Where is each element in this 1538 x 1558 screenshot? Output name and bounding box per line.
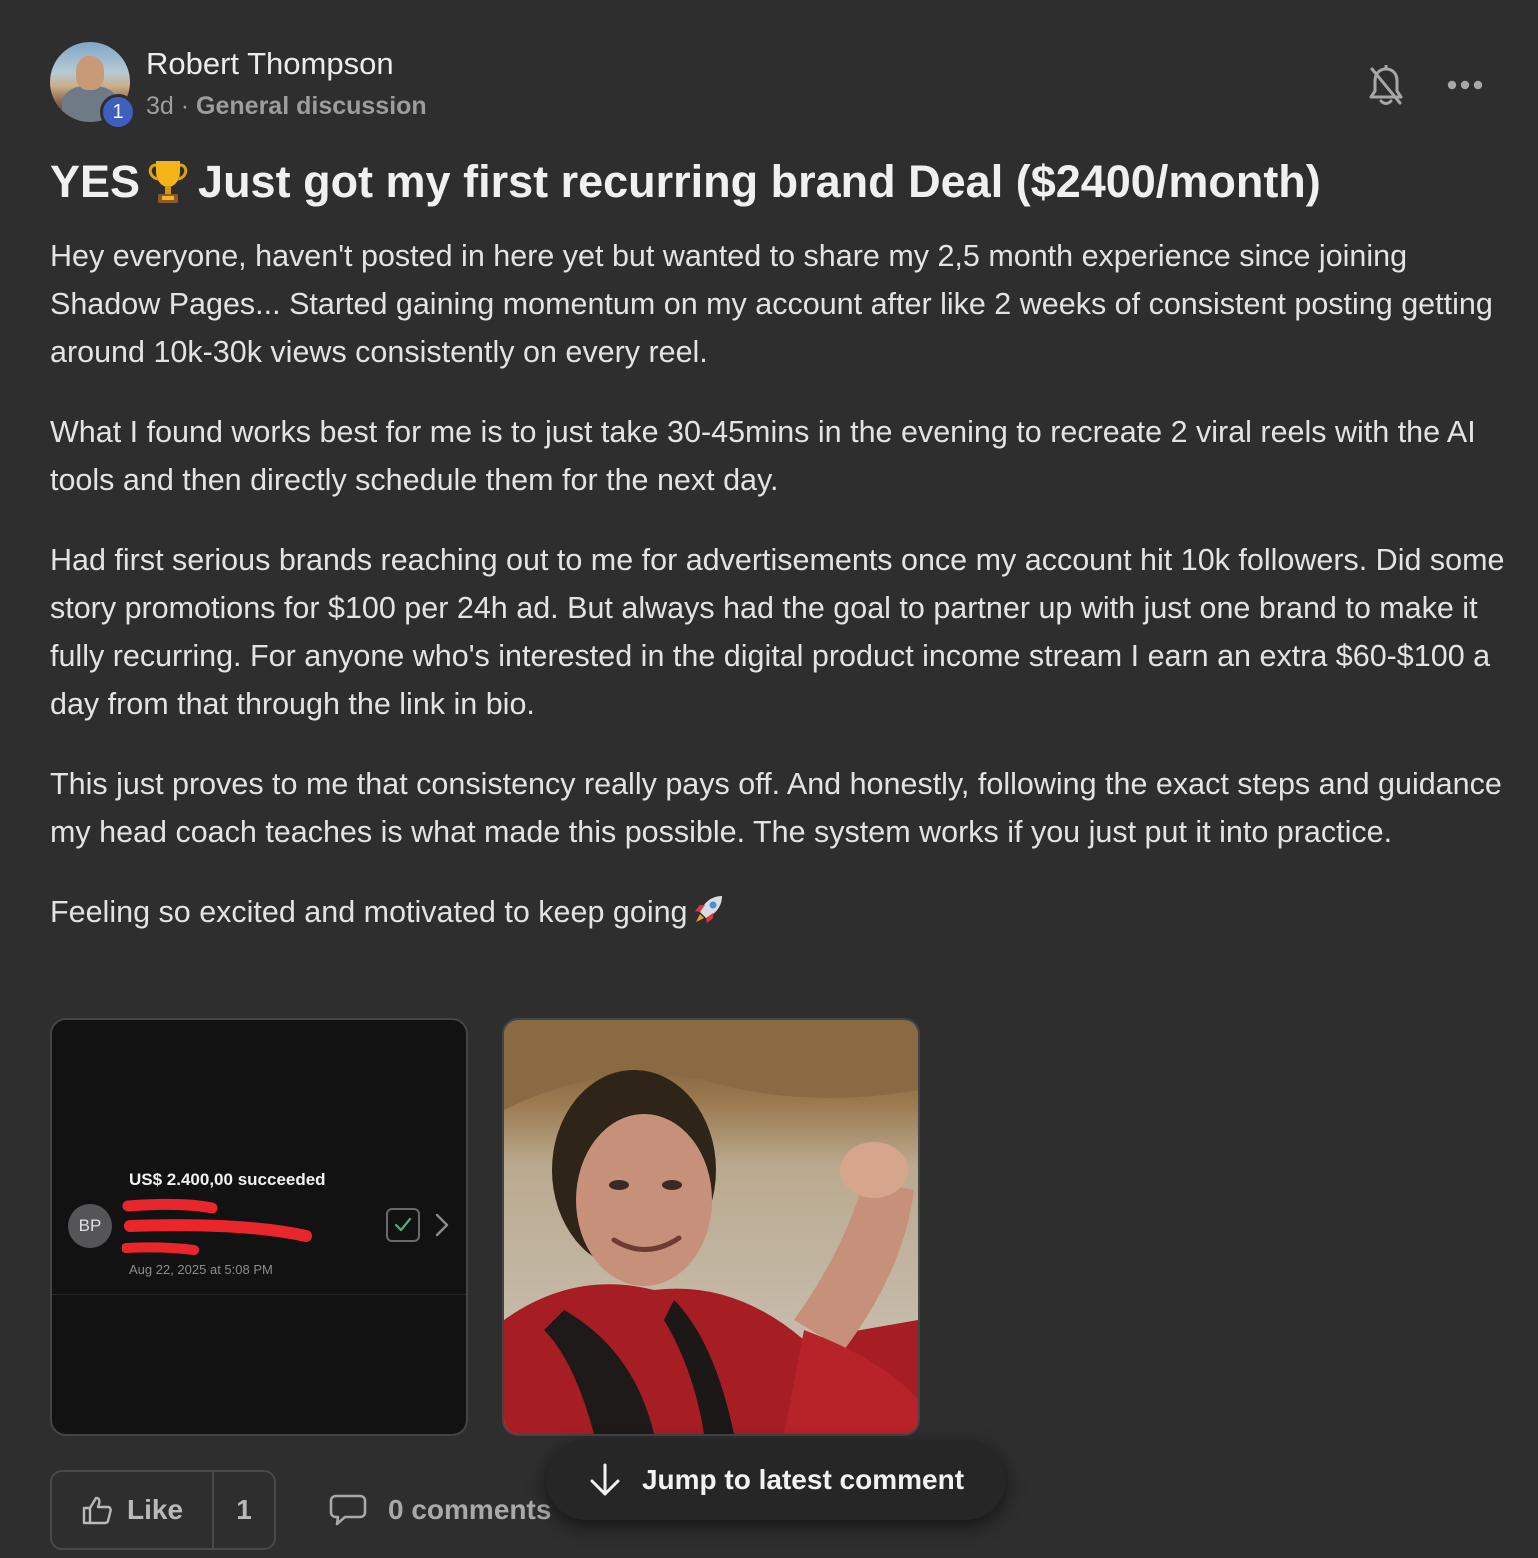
comment-bubble-icon xyxy=(329,1494,367,1526)
post-body: Hey everyone, haven't posted in here yet… xyxy=(50,232,1510,968)
body-paragraph-last: Feeling so excited and motivated to keep… xyxy=(50,888,1510,936)
post-time: 3d xyxy=(146,92,174,120)
like-count[interactable]: 1 xyxy=(214,1472,274,1548)
payment-date: Aug 22, 2025 at 5:08 PM xyxy=(129,1262,273,1277)
attachment-payment-screenshot[interactable]: US$ 2.400,00 succeeded BP Aug 22, 2025 a… xyxy=(50,1018,468,1436)
post-card: 1 Robert Thompson 3d · General discussio… xyxy=(0,0,1538,1558)
arrow-down-icon xyxy=(590,1463,620,1496)
celebration-gif-image xyxy=(504,1020,918,1434)
more-options-button[interactable] xyxy=(1440,68,1490,102)
like-button-group: Like 1 xyxy=(50,1470,276,1550)
jump-to-latest-comment-button[interactable]: Jump to latest comment xyxy=(546,1440,1006,1520)
attachment-celebration-gif[interactable] xyxy=(502,1018,920,1436)
payer-avatar: BP xyxy=(68,1204,112,1248)
trophy-emoji xyxy=(148,161,188,203)
body-paragraph-text: Feeling so excited and motivated to keep… xyxy=(50,895,688,929)
check-icon xyxy=(386,1208,420,1242)
body-paragraph: This just proves to me that consistency … xyxy=(50,767,1502,849)
post-meta: 3d · General discussion xyxy=(146,92,427,121)
comments-label: 0 comments xyxy=(388,1494,552,1525)
post-title: YES Just got my first recurring brand De… xyxy=(50,152,1510,212)
title-text: Just got my first recurring brand Deal (… xyxy=(198,156,1321,207)
ellipsis-icon xyxy=(1447,80,1483,90)
payment-amount-status: US$ 2.400,00 succeeded xyxy=(129,1170,326,1189)
body-paragraph: Hey everyone, haven't posted in here yet… xyxy=(50,239,1493,369)
meta-separator: · xyxy=(180,92,190,120)
rocket-emoji xyxy=(694,896,722,923)
author-avatar[interactable]: 1 xyxy=(50,42,136,130)
author-name[interactable]: Robert Thompson xyxy=(146,46,394,82)
like-label: Like xyxy=(126,1494,184,1525)
comments-button[interactable]: 0 comments xyxy=(328,1484,551,1536)
bell-off-icon xyxy=(1369,65,1403,105)
jump-label: Jump to latest comment xyxy=(641,1464,965,1495)
thumbs-up-icon xyxy=(82,1496,112,1525)
like-button[interactable]: Like xyxy=(52,1472,214,1548)
category-link[interactable]: General discussion xyxy=(196,92,427,120)
title-prefix: YES xyxy=(50,156,141,207)
body-paragraph: Had first serious brands reaching out to… xyxy=(50,543,1505,721)
level-badge: 1 xyxy=(100,94,136,130)
chevron-right-icon xyxy=(435,1213,449,1237)
body-paragraph: What I found works best for me is to jus… xyxy=(50,415,1476,497)
notification-toggle-button[interactable] xyxy=(1364,62,1408,110)
divider xyxy=(52,1294,466,1295)
